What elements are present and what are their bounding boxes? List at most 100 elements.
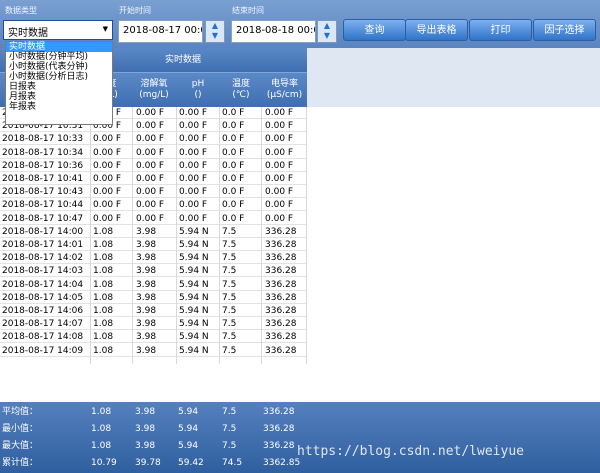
dropdown-option[interactable]: 小时数据(代表分钟) [6, 62, 112, 72]
table-cell: 0.0 F [222, 174, 245, 184]
data-type-dropdown[interactable]: 实时数据 小时数据(分钟平均) 小时数据(代表分钟) 小时数据(分析日志) 日报表 月报表… [5, 41, 113, 125]
spin-up-icon[interactable]: ▲ [206, 21, 224, 31]
table-cell: 3.98 [136, 292, 157, 303]
query-button[interactable]: 查询 [343, 19, 406, 41]
table-cell: 7.5 [222, 253, 237, 264]
summary-value: 3.98 [135, 424, 156, 434]
table-cell: 0.0 F [222, 134, 245, 145]
table-cell: 2018-08-17 14:06 [2, 306, 84, 316]
summary-value: 3.98 [135, 441, 156, 451]
chevron-down-icon[interactable]: ▼ [103, 25, 108, 33]
table-cell: 7.5 [222, 345, 237, 356]
print-button[interactable]: 打印 [469, 19, 532, 41]
table-cell: 336.28 [265, 279, 297, 290]
summary-label: 最大值： [2, 441, 39, 451]
table-cell: 2018-08-17 14:09 [2, 345, 84, 356]
table-cell: 0.00 F [93, 200, 122, 211]
table-cell: 0.00 F [265, 160, 294, 171]
table-cell: 1.08 [93, 345, 114, 356]
summary-value: 5.94 [178, 424, 199, 434]
table-cell: 7.5 [222, 319, 237, 330]
table-cell: 0.0 F [222, 187, 245, 198]
table-cell: 0.0 F [222, 213, 245, 224]
dropdown-option[interactable]: 年报表 [6, 102, 112, 112]
column-header[interactable]: 电导率 (μS/cm) [262, 79, 307, 101]
start-time-label: 开始时间 [119, 6, 151, 15]
start-time-input[interactable]: 2018-08-17 00:00 [118, 20, 203, 43]
table-cell: 0.00 F [93, 147, 122, 158]
spin-down-icon[interactable]: ▼ [206, 31, 224, 41]
table-cell: 0.00 F [136, 160, 165, 171]
table-cell: 7.5 [222, 306, 237, 316]
data-type-select[interactable]: 实时数据 ▼ [3, 20, 113, 40]
table-cell: 3.98 [136, 279, 157, 290]
column-divider [261, 107, 262, 364]
table-cell: 0.00 F [136, 108, 165, 118]
table-cell: 0.00 F [93, 134, 122, 145]
export-table-button[interactable]: 导出表格 [405, 19, 468, 41]
table-cell: 2018-08-17 14:01 [2, 240, 84, 250]
table-cell: 7.5 [222, 279, 237, 290]
summary-value: 59.42 [178, 458, 204, 468]
table-cell: 0.00 F [179, 213, 208, 224]
summary-label: 累计值： [2, 458, 39, 468]
column-divider [306, 107, 307, 364]
table-cell: 5.94 N [179, 306, 209, 316]
column-header[interactable]: 温度 (℃) [220, 79, 262, 101]
spin-down-icon[interactable]: ▼ [318, 31, 336, 41]
table-cell: 3.98 [136, 345, 157, 356]
table-cell: 0.00 F [265, 121, 294, 132]
table-cell: 336.28 [265, 319, 297, 330]
dropdown-option[interactable]: 小时数据(分析日志) [6, 72, 112, 82]
table-cell: 0.0 F [222, 160, 245, 171]
summary-label: 平均值： [2, 407, 39, 417]
table-cell: 3.98 [136, 306, 157, 316]
summary-value: 5.94 [178, 441, 199, 451]
table-cell: 1.08 [93, 306, 114, 316]
dropdown-option[interactable]: 小时数据(分钟平均) [6, 52, 112, 62]
dropdown-option[interactable]: 实时数据 [6, 42, 112, 52]
end-time-input[interactable]: 2018-08-18 00:00 [231, 20, 316, 43]
column-divider [132, 107, 133, 364]
table-cell: 0.00 F [179, 160, 208, 171]
summary-value: 3.98 [135, 407, 156, 417]
column-divider [176, 107, 177, 364]
dropdown-option[interactable]: 日报表 [6, 82, 112, 92]
table-cell: 2018-08-17 14:02 [2, 253, 84, 264]
table-cell: 0.0 F [222, 200, 245, 211]
table-cell: 5.94 N [179, 266, 209, 277]
factor-select-button[interactable]: 因子选择 [533, 19, 596, 41]
table-cell: 3.98 [136, 332, 157, 343]
start-time-spinner[interactable]: ▲ ▼ [205, 20, 225, 43]
table-cell: 3.98 [136, 240, 157, 250]
table-cell: 336.28 [265, 292, 297, 303]
table-cell: 0.00 F [93, 160, 122, 171]
end-time-spinner[interactable]: ▲ ▼ [317, 20, 337, 43]
summary-value: 1.08 [91, 441, 112, 451]
table-cell: 5.94 N [179, 292, 209, 303]
table-cell: 0.00 F [265, 213, 294, 224]
table-cell: 0.00 F [265, 187, 294, 198]
table-cell: 336.28 [265, 226, 297, 237]
summary-value: 7.5 [222, 441, 237, 451]
dropdown-option[interactable]: 月报表 [6, 92, 112, 102]
table-cell: 336.28 [265, 266, 297, 277]
summary-value: 7.5 [222, 424, 237, 434]
summary-value: 39.78 [135, 458, 161, 468]
summary-label: 最小值： [2, 424, 39, 434]
table-cell: 3.98 [136, 319, 157, 330]
table-cell: 0.00 F [179, 121, 208, 132]
table-cell: 3.98 [136, 266, 157, 277]
column-header[interactable]: 溶解氧 (mg/L) [133, 79, 175, 101]
table-cell: 0.00 F [93, 213, 122, 224]
table-cell: 2018-08-17 10:44 [2, 200, 84, 211]
summary-value: 336.28 [263, 441, 295, 451]
column-header[interactable]: pH () [177, 79, 219, 101]
summary-value: 336.28 [263, 424, 295, 434]
table-cell: 0.00 F [265, 134, 294, 145]
table-cell: 336.28 [265, 240, 297, 250]
spin-up-icon[interactable]: ▲ [318, 21, 336, 31]
table-cell: 0.00 F [179, 174, 208, 184]
table-cell: 2018-08-17 10:41 [2, 174, 84, 184]
table-cell: 0.00 F [136, 134, 165, 145]
